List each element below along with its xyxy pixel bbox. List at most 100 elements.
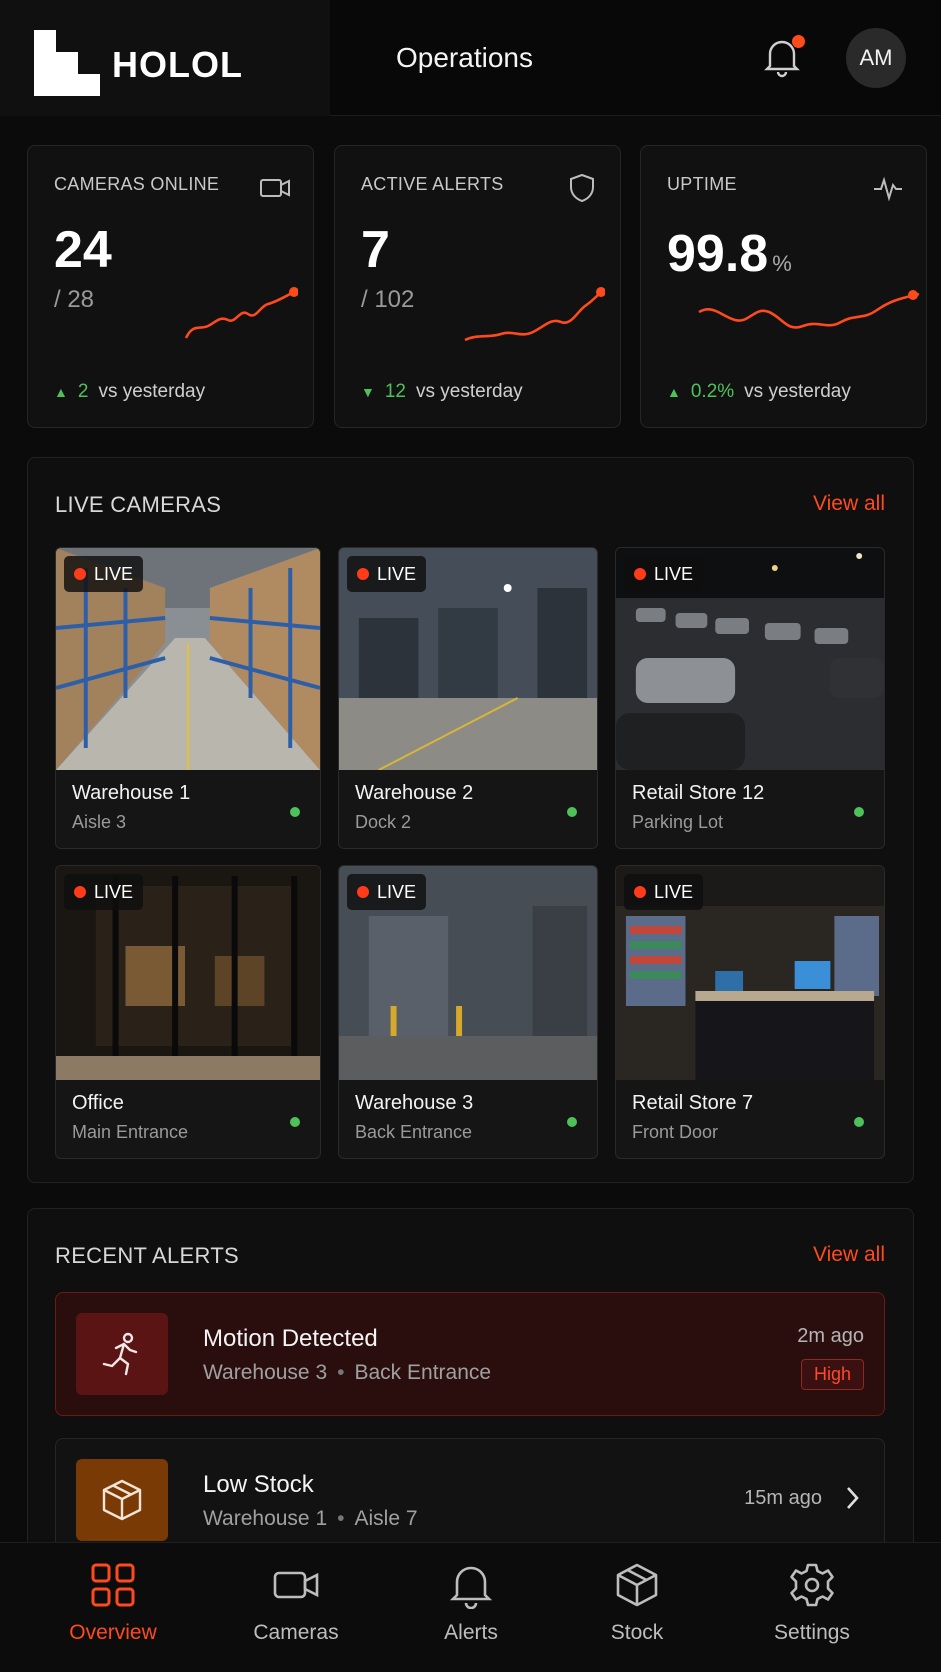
camera-location: Back Entrance	[355, 1122, 473, 1142]
camera-name: Warehouse 1	[72, 782, 191, 804]
camera-tile-warehouse-3[interactable]: LIVE Warehouse 3 Back Entrance	[338, 865, 598, 1159]
sparkline-chart	[464, 287, 605, 342]
live-label: LIVE	[94, 563, 134, 584]
camera-tile-retail-store-12[interactable]: LIVE Retail Store 12 Parking Lot	[615, 547, 885, 849]
nav-label: Stock	[610, 1621, 664, 1644]
alert-site: Warehouse 1	[203, 1507, 328, 1530]
live-badge: LIVE	[64, 874, 144, 910]
online-status-dot	[854, 1117, 864, 1127]
uptime-value: 99.8	[667, 225, 769, 283]
alert-time: 2m ago	[797, 1325, 864, 1347]
view-all-cameras-link[interactable]: View all	[813, 492, 885, 516]
uptime-unit: %	[772, 251, 792, 276]
box-icon	[616, 1563, 658, 1607]
gear-icon	[790, 1563, 834, 1607]
sparkline-chart	[184, 287, 298, 339]
view-all-alerts-link[interactable]: View all	[813, 1243, 885, 1267]
camera-location: Dock 2	[355, 812, 412, 832]
live-dot	[357, 568, 369, 580]
user-avatar[interactable]: AM	[846, 28, 906, 88]
alert-icon-box	[76, 1313, 168, 1395]
nav-label: Overview	[69, 1621, 157, 1644]
nav-label: Alerts	[444, 1621, 498, 1644]
trend-text: vs yesterday	[98, 381, 206, 402]
live-label: LIVE	[377, 563, 417, 584]
camera-location: Parking Lot	[632, 812, 724, 832]
stat-total: / 28	[54, 286, 95, 313]
live-dot	[74, 568, 86, 580]
alert-icon-box	[76, 1459, 168, 1541]
online-status-dot	[290, 1117, 300, 1127]
page-title: Operations	[396, 42, 533, 73]
alert-sublocation: Aisle 7	[354, 1507, 418, 1530]
live-dot	[634, 886, 646, 898]
trend-up-icon: ▲	[667, 384, 681, 400]
camera-location: Front Door	[632, 1122, 719, 1142]
trend-text: vs yesterday	[744, 381, 851, 402]
bottom-navigation: Overview Cameras Alerts Stock Settings	[0, 1542, 941, 1672]
camera-location: Main Entrance	[72, 1122, 189, 1142]
alert-site: Warehouse 3	[203, 1361, 328, 1384]
stat-value: 99.8%	[667, 224, 792, 284]
stat-trend: ▲ 0.2% vs yesterday	[667, 381, 851, 403]
live-label: LIVE	[654, 881, 694, 902]
online-status-dot	[567, 807, 577, 817]
stat-total: / 102	[361, 286, 415, 313]
alert-item-motion-detected[interactable]: Motion Detected Warehouse 3 • Back Entranc…	[55, 1292, 885, 1416]
trend-text: vs yesterday	[416, 381, 523, 402]
nav-item-alerts[interactable]: Alerts	[396, 1561, 546, 1645]
live-badge: LIVE	[347, 556, 427, 592]
stat-trend: ▲ 2 vs yesterday	[54, 381, 205, 403]
live-dot	[74, 886, 86, 898]
top-bar: HOLOL Operations AM	[0, 0, 941, 116]
live-badge: LIVE	[624, 556, 704, 592]
sparkline-chart	[698, 290, 920, 329]
nav-item-settings[interactable]: Settings	[737, 1561, 887, 1645]
nav-item-overview[interactable]: Overview	[38, 1561, 188, 1645]
stat-card-active-alerts[interactable]: ACTIVE ALERTS 7 / 102 ▼ 12 vs yesterday	[334, 145, 621, 428]
stat-value: 7	[361, 221, 390, 279]
camera-location: Aisle 3	[72, 812, 127, 832]
camera-name: Warehouse 2	[355, 782, 474, 804]
running-person-icon	[102, 1332, 138, 1376]
stat-card-uptime[interactable]: UPTIME 99.8% ▲ 0.2% vs yesterday	[640, 145, 927, 428]
box-icon	[102, 1479, 142, 1521]
nav-item-cameras[interactable]: Cameras	[221, 1561, 371, 1645]
alert-title: Low Stock	[203, 1471, 314, 1498]
camera-name: Retail Store 12	[632, 782, 765, 804]
stat-label: UPTIME	[667, 174, 737, 194]
camera-name: Warehouse 3	[355, 1092, 474, 1114]
camera-tile-warehouse-2[interactable]: LIVE Warehouse 2 Dock 2	[338, 547, 598, 849]
stat-trend: ▼ 12 vs yesterday	[361, 381, 523, 403]
live-label: LIVE	[654, 563, 694, 584]
camera-tile-office[interactable]: LIVE Office Main Entrance	[55, 865, 321, 1159]
stat-label: CAMERAS ONLINE	[54, 174, 220, 194]
live-cameras-panel: LIVE CAMERAS View all LIVE Warehouse 1 A…	[27, 457, 914, 1183]
stat-value: 24	[54, 221, 112, 279]
live-label: LIVE	[377, 881, 417, 902]
severity-badge: High	[800, 1359, 864, 1390]
alert-title: Motion Detected	[203, 1325, 378, 1352]
live-badge: LIVE	[347, 874, 427, 910]
online-status-dot	[567, 1117, 577, 1127]
live-dot	[357, 886, 369, 898]
trend-value: 12	[384, 381, 406, 402]
camera-tile-retail-store-7[interactable]: LIVE Retail Store 7 Front Door	[615, 865, 885, 1159]
alert-location: Warehouse 3 • Back Entrance	[203, 1361, 492, 1384]
alert-location: Warehouse 1 • Aisle 7	[203, 1507, 418, 1530]
nav-item-stock[interactable]: Stock	[562, 1561, 712, 1645]
camera-name: Retail Store 7	[632, 1092, 754, 1114]
activity-pulse-icon	[874, 176, 902, 202]
stat-card-cameras-online[interactable]: CAMERAS ONLINE 24 / 28 ▲ 2 vs yesterday	[27, 145, 314, 428]
camera-name: Office	[72, 1092, 124, 1114]
video-camera-icon	[273, 1571, 319, 1599]
chevron-right-icon[interactable]	[842, 1485, 862, 1511]
online-status-dot	[290, 807, 300, 817]
section-title: LIVE CAMERAS	[55, 492, 222, 517]
logo-icon	[34, 30, 100, 96]
trend-down-icon: ▼	[361, 384, 375, 400]
logo-area[interactable]: HOLOL	[0, 0, 330, 116]
camera-tile-warehouse-1[interactable]: LIVE Warehouse 1 Aisle 3	[55, 547, 321, 849]
shield-icon	[570, 173, 594, 203]
live-badge: LIVE	[64, 556, 144, 592]
